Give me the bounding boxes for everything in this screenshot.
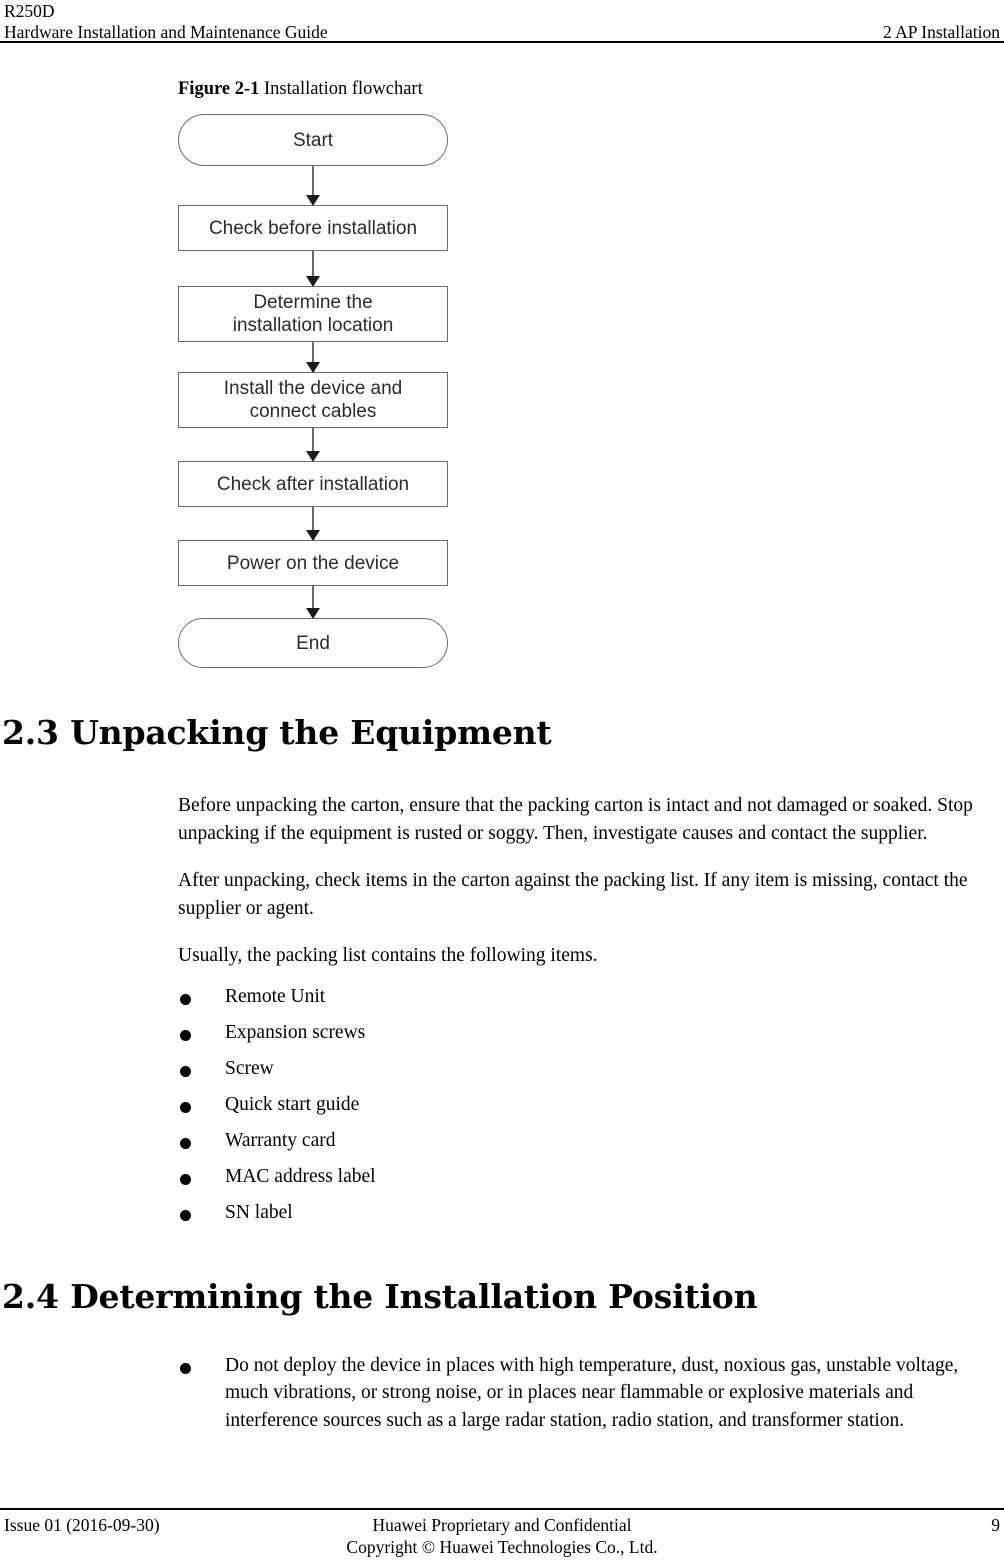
list-item: Remote Unit — [178, 983, 973, 1019]
list-item: SN label — [178, 1199, 973, 1235]
page-header: R250D Hardware Installation and Maintena… — [0, 0, 1004, 43]
bullet-icon — [180, 1065, 191, 1077]
list-item-label: Remote Unit — [225, 985, 326, 1007]
section-heading-2-3: 2.3 Unpacking the Equipment — [2, 713, 552, 752]
list-item-label: SN label — [225, 1201, 293, 1223]
header-left-block: R250D Hardware Installation and Maintena… — [4, 1, 328, 43]
header-document-id: R250D — [4, 1, 55, 21]
list-item-label: Do not deploy the device in places with … — [225, 1354, 959, 1431]
list-item-label: Warranty card — [225, 1129, 336, 1151]
flowchart-node-start: Start — [178, 114, 448, 166]
bullet-icon — [180, 1137, 191, 1149]
footer-page-number: 9 — [991, 1515, 1000, 1535]
footer-rule — [0, 1508, 1004, 1510]
flowchart-arrow-determine-to-install — [306, 342, 320, 373]
flowchart-node-start-label: Start — [292, 129, 334, 151]
flowchart-node-end: End — [178, 618, 448, 668]
list-item-label: MAC address label — [225, 1165, 376, 1187]
list-item-label: Expansion screws — [225, 1021, 366, 1043]
bullet-icon — [180, 993, 191, 1005]
footer-confidential-line-2: Copyright © Huawei Technologies Co., Ltd… — [346, 1537, 658, 1557]
flowchart-node-determine-line2: installation location — [232, 315, 394, 336]
footer-confidential-notice: Huawei Proprietary and Confidential Copy… — [0, 1514, 1004, 1558]
list-item: Quick start guide — [178, 1091, 973, 1127]
section-2-3-paragraph-2: After unpacking, check items in the cart… — [178, 870, 968, 919]
figure-label: Figure 2-1 — [178, 79, 260, 99]
list-item: Do not deploy the device in places with … — [178, 1352, 973, 1435]
flowchart-node-check-after-label: Check after installation — [216, 473, 410, 495]
list-item-label: Quick start guide — [225, 1093, 360, 1115]
installation-position-list: Do not deploy the device in places with … — [0, 1352, 1004, 1435]
footer-confidential-line-1: Huawei Proprietary and Confidential — [372, 1515, 632, 1535]
page-footer: Issue 01 (2016-09-30) Huawei Proprietary… — [0, 1488, 1004, 1566]
flowchart-node-determine-line1: Determine the — [253, 292, 373, 313]
flowchart-node-install-device: Install the device and connect cables — [178, 372, 448, 428]
list-item-label: Screw — [225, 1057, 274, 1079]
list-item: Expansion screws — [178, 1019, 973, 1055]
flowchart-node-install-line1: Install the device and — [223, 378, 403, 399]
header-guide-title: Hardware Installation and Maintenance Gu… — [4, 22, 328, 42]
flowchart-arrow-check-before-to-determine — [306, 251, 320, 287]
flowchart-node-power-on-device: Power on the device — [178, 540, 448, 586]
figure-caption: Figure 2-1 Installation flowchart — [178, 78, 1004, 100]
section-2-3-paragraph-3: Usually, the packing list contains the f… — [178, 945, 598, 966]
flowchart-node-power-on-label: Power on the device — [226, 552, 400, 574]
flowchart-arrow-power-on-to-end — [306, 586, 320, 619]
page-content: Figure 2-1 Installation flowchart Start … — [0, 42, 1004, 1434]
flowchart-arrow-start-to-check-before — [306, 166, 320, 206]
list-item: Warranty card — [178, 1127, 973, 1163]
header-chapter-title: 2 AP Installation — [883, 22, 1000, 42]
flowchart-arrow-check-after-to-power-on — [306, 507, 320, 541]
section-heading-2-4: 2.4 Determining the Installation Positio… — [2, 1276, 758, 1316]
figure-caption-text: Installation flowchart — [263, 79, 423, 99]
flowchart-node-check-before-label: Check before installation — [208, 217, 418, 239]
bullet-icon — [180, 1209, 191, 1221]
packing-list: Remote Unit Expansion screws Screw Quick… — [0, 983, 1004, 1235]
flowchart-node-check-before-installation: Check before installation — [178, 205, 448, 251]
flowchart-arrow-install-to-check-after — [306, 428, 320, 462]
flowchart-node-determine-location: Determine the installation location — [178, 286, 448, 342]
flowchart-node-end-label: End — [296, 632, 330, 654]
installation-flowchart: Start Check before installation Determin… — [0, 114, 1004, 668]
bullet-icon — [180, 1362, 191, 1374]
bullet-icon — [180, 1029, 191, 1041]
list-item: Screw — [178, 1055, 973, 1091]
bullet-icon — [180, 1173, 191, 1185]
bullet-icon — [180, 1101, 191, 1113]
flowchart-node-install-label: Install the device and connect cables — [218, 377, 409, 423]
list-item: MAC address label — [178, 1163, 973, 1199]
section-2-3-paragraph-1: Before unpacking the carton, ensure that… — [178, 795, 973, 844]
flowchart-node-determine-label: Determine the installation location — [227, 291, 400, 337]
flowchart-node-install-line2: connect cables — [249, 401, 377, 422]
flowchart-node-check-after-installation: Check after installation — [178, 461, 448, 507]
